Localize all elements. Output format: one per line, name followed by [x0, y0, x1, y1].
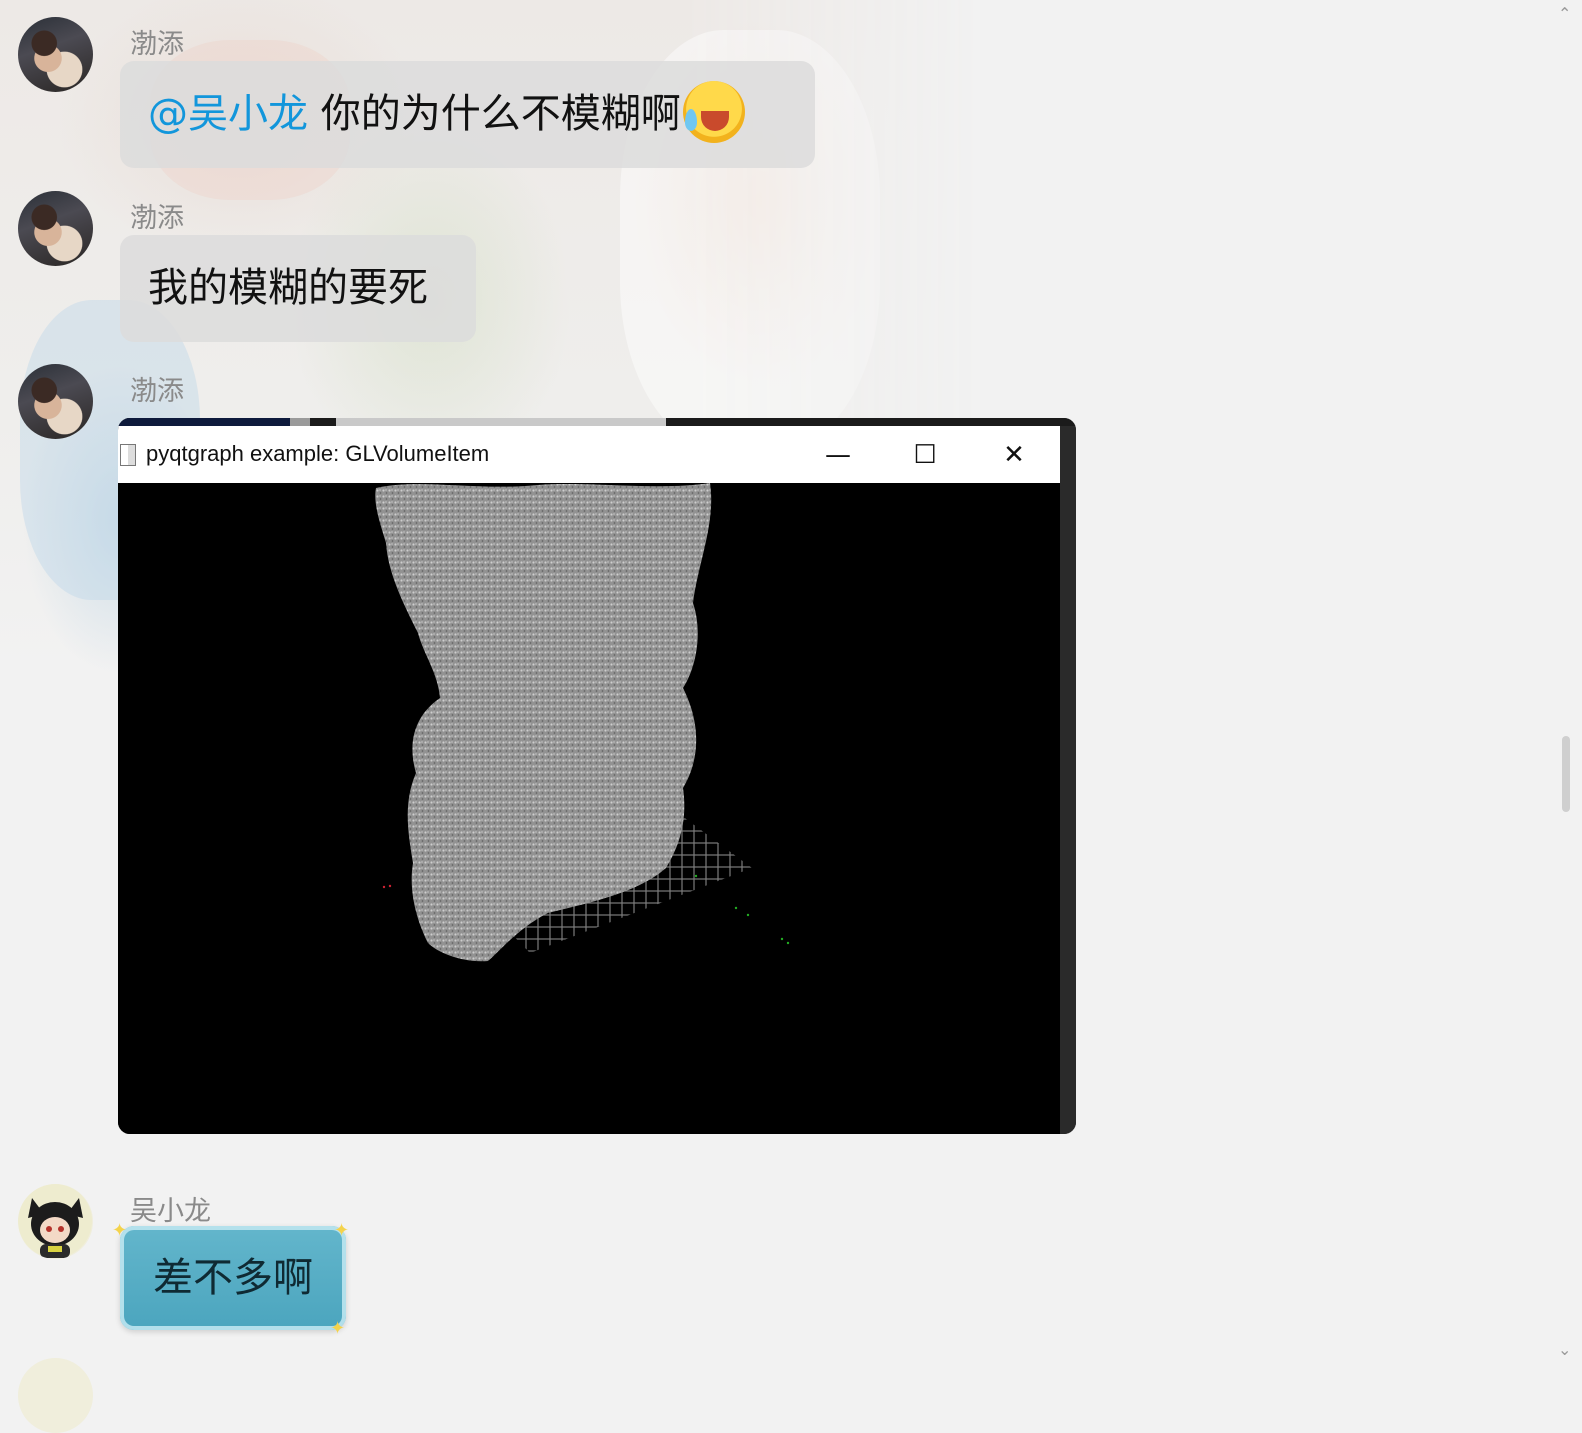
scrollbar-thumb[interactable]: [1562, 736, 1570, 812]
sparkle-icon: ✦: [112, 1220, 128, 1241]
sender-name: 渤添: [130, 29, 184, 60]
avatar[interactable]: [18, 191, 93, 266]
volume-render: [375, 483, 790, 962]
avatar[interactable]: [18, 17, 93, 92]
gl-volume-viewport: [118, 483, 1060, 1134]
message-text: 你的为什么不模糊啊: [308, 91, 681, 137]
close-icon: ✕: [1003, 440, 1025, 470]
sender-name: 渤添: [130, 203, 184, 234]
message-text: 我的模糊的要死: [148, 265, 428, 311]
crying-laughing-emoji-icon: [682, 81, 745, 143]
sparkle-icon: ✦: [330, 1318, 346, 1339]
avatar[interactable]: [18, 364, 93, 439]
avatar[interactable]: [18, 1184, 93, 1259]
app-icon: [120, 444, 136, 466]
chevron-down-icon[interactable]: ⌄: [1558, 1340, 1571, 1359]
message-bubble[interactable]: @吴小龙 你的为什么不模糊啊: [120, 61, 815, 168]
cat-girl-avatar-icon: [18, 1184, 92, 1258]
chevron-up-icon[interactable]: ⌃: [1558, 4, 1571, 23]
sender-name: 渤添: [130, 376, 184, 407]
screenshot-top-strip: [118, 418, 1076, 426]
message-bubble[interactable]: 我的模糊的要死: [120, 235, 476, 342]
window-titlebar: pyqtgraph example: GLVolumeItem — ☐ ✕: [118, 426, 1060, 483]
maximize-icon: ☐: [913, 440, 937, 470]
mention-link[interactable]: @吴小龙: [148, 91, 308, 137]
avatar[interactable]: [18, 1358, 93, 1433]
message-text: 差不多啊: [153, 1255, 313, 1301]
sender-name: 吴小龙: [130, 1196, 211, 1227]
window-title: pyqtgraph example: GLVolumeItem: [146, 441, 490, 466]
screenshot-right-edge: [1060, 426, 1076, 1134]
image-message[interactable]: pyqtgraph example: GLVolumeItem — ☐ ✕: [118, 418, 1076, 1134]
message-bubble[interactable]: 差不多啊: [120, 1226, 346, 1330]
minimize-icon: —: [825, 440, 851, 470]
sparkle-icon: ✦: [334, 1220, 350, 1241]
